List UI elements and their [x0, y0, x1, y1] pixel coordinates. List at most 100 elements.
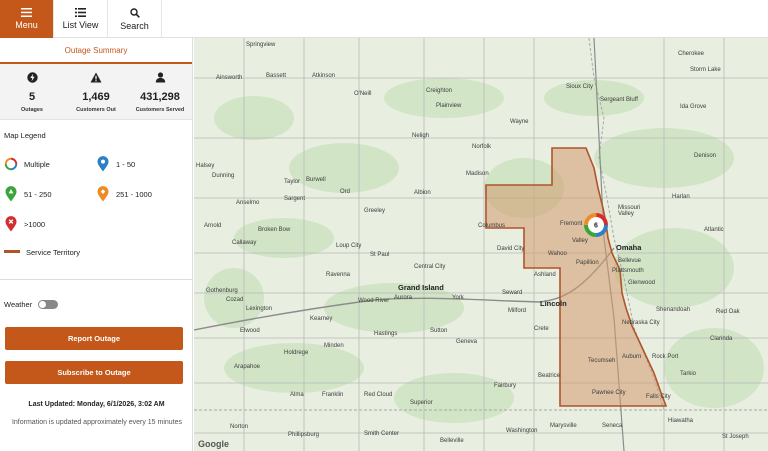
svg-text:Sergeant Bluff: Sergeant Bluff [600, 97, 638, 103]
legend-territory-label: Service Territory [26, 247, 81, 257]
svg-text:Greeley: Greeley [364, 208, 385, 214]
weather-label: Weather [4, 300, 33, 309]
list-view-button[interactable]: List View [54, 0, 108, 38]
svg-text:Aurora: Aurora [394, 295, 413, 301]
legend-1-50: 1 - 50 [96, 156, 135, 172]
svg-text:Seward: Seward [502, 290, 522, 296]
svg-text:Norton: Norton [230, 424, 248, 430]
legend-1-50-label: 1 - 50 [116, 159, 136, 169]
map-legend-title: Map Legend [4, 131, 46, 140]
svg-text:Cozad: Cozad [226, 297, 243, 303]
outage-cluster-marker[interactable]: 6 [584, 213, 608, 237]
svg-text:O'Neill: O'Neill [354, 91, 371, 97]
weather-toggle[interactable] [38, 300, 59, 309]
svg-text:Madison: Madison [466, 171, 489, 177]
svg-text:Alma: Alma [290, 392, 304, 398]
green-triangle-pin-icon [4, 186, 18, 202]
outage-stats: 5 Outages 1,469 Customers Out 431,298 Cu… [0, 64, 192, 120]
outages-count: 5 [28, 91, 36, 103]
legend-251-1000: 251 - 1000 [96, 186, 152, 202]
last-updated-text: Last Updated: Monday, 6/1/2026, 3:02 AM [28, 401, 165, 408]
svg-text:Burwell: Burwell [306, 177, 326, 183]
svg-text:Smith Center: Smith Center [364, 431, 399, 437]
svg-text:Springview: Springview [246, 42, 276, 48]
svg-text:Omaha: Omaha [616, 243, 642, 252]
map-canvas[interactable]: Springview Ainsworth Bassett Atkinson O'… [194, 38, 768, 451]
stat-customers-served: 431,298 Customers Served [128, 64, 192, 119]
subscribe-outage-button[interactable]: Subscribe to Outage [5, 361, 183, 384]
legend-over-1000: >1000 [4, 216, 45, 232]
svg-text:Anselmo: Anselmo [236, 200, 260, 206]
svg-text:Callaway: Callaway [232, 240, 256, 246]
svg-text:Fremont: Fremont [560, 221, 583, 227]
svg-text:Elwood: Elwood [240, 328, 260, 334]
svg-text:Sutton: Sutton [430, 328, 447, 334]
svg-text:Hastings: Hastings [374, 331, 397, 337]
svg-text:Plainview: Plainview [436, 103, 462, 109]
svg-text:Valley: Valley [618, 211, 634, 217]
svg-text:Wayne: Wayne [510, 119, 529, 125]
svg-text:Marysville: Marysville [550, 423, 577, 429]
svg-text:Franklin: Franklin [322, 392, 343, 398]
svg-text:Holdrege: Holdrege [284, 350, 309, 356]
svg-text:Grand Island: Grand Island [398, 283, 444, 292]
svg-text:Bassett: Bassett [266, 73, 286, 79]
svg-text:Pawnee City: Pawnee City [592, 390, 626, 396]
svg-text:Bellevue: Bellevue [618, 258, 642, 264]
search-label: Search [120, 20, 149, 31]
svg-text:David City: David City [497, 246, 524, 252]
tab-outage-summary[interactable]: Outage Summary [0, 38, 192, 64]
svg-text:Halsey: Halsey [196, 163, 214, 169]
svg-text:Atlantic: Atlantic [704, 227, 724, 233]
svg-text:Loup City: Loup City [336, 243, 361, 249]
svg-text:Plattsmouth: Plattsmouth [612, 268, 644, 274]
svg-text:Ainsworth: Ainsworth [216, 75, 242, 81]
svg-text:Beatrice: Beatrice [538, 373, 561, 379]
svg-text:Norfolk: Norfolk [472, 144, 492, 150]
blue-drop-pin-icon [96, 156, 110, 172]
svg-text:Fairbury: Fairbury [494, 383, 516, 389]
svg-text:Central City: Central City [414, 264, 445, 270]
svg-text:Washington: Washington [506, 428, 537, 434]
svg-text:Geneva: Geneva [456, 339, 478, 345]
svg-text:Milford: Milford [508, 308, 526, 314]
search-icon [129, 7, 140, 18]
svg-text:Ord: Ord [340, 189, 350, 195]
svg-text:Cherokee: Cherokee [678, 51, 705, 57]
svg-text:Auburn: Auburn [622, 354, 641, 360]
svg-text:Red Cloud: Red Cloud [364, 392, 392, 398]
svg-text:Rock Port: Rock Port [652, 354, 679, 360]
customers-served-count: 431,298 [140, 91, 180, 103]
svg-text:Dunning: Dunning [212, 173, 234, 179]
outage-map[interactable]: Springview Ainsworth Bassett Atkinson O'… [194, 38, 768, 451]
svg-text:Denison: Denison [694, 153, 716, 159]
svg-text:Falls City: Falls City [646, 394, 671, 400]
report-outage-button[interactable]: Report Outage [5, 327, 183, 350]
svg-text:Clarinda: Clarinda [710, 336, 733, 342]
legend-51-250: 51 - 250 [4, 186, 52, 202]
list-icon [75, 8, 86, 17]
google-attribution: Google [198, 439, 229, 449]
svg-text:Wahoo: Wahoo [548, 251, 567, 257]
lightning-icon [26, 71, 38, 83]
svg-text:Tarkio: Tarkio [680, 371, 697, 377]
search-button[interactable]: Search [108, 0, 162, 38]
sidebar: Outage Summary 5 Outages 1,469 Customers… [0, 38, 193, 451]
svg-text:Lexington: Lexington [246, 306, 272, 312]
map-legend: Multiple 1 - 50 51 - 250 251 - 1000 >100… [0, 140, 192, 270]
svg-text:Superior: Superior [410, 400, 433, 406]
legend-over-1000-label: >1000 [24, 219, 46, 229]
legend-service-territory: Service Territory [4, 244, 80, 260]
customers-out-count: 1,469 [82, 91, 110, 103]
svg-text:St Paul: St Paul [370, 252, 389, 258]
red-x-pin-icon [4, 216, 18, 232]
svg-text:Atkinson: Atkinson [312, 73, 335, 79]
svg-text:Tecumseh: Tecumseh [588, 358, 615, 364]
cluster-count: 6 [594, 223, 598, 230]
svg-text:Taylor: Taylor [284, 179, 300, 185]
svg-text:Belleville: Belleville [440, 438, 464, 444]
svg-text:Phillipsburg: Phillipsburg [288, 432, 319, 438]
stat-outages: 5 Outages [0, 64, 64, 119]
svg-text:St Joseph: St Joseph [722, 434, 749, 440]
menu-button[interactable]: Menu [0, 0, 54, 38]
